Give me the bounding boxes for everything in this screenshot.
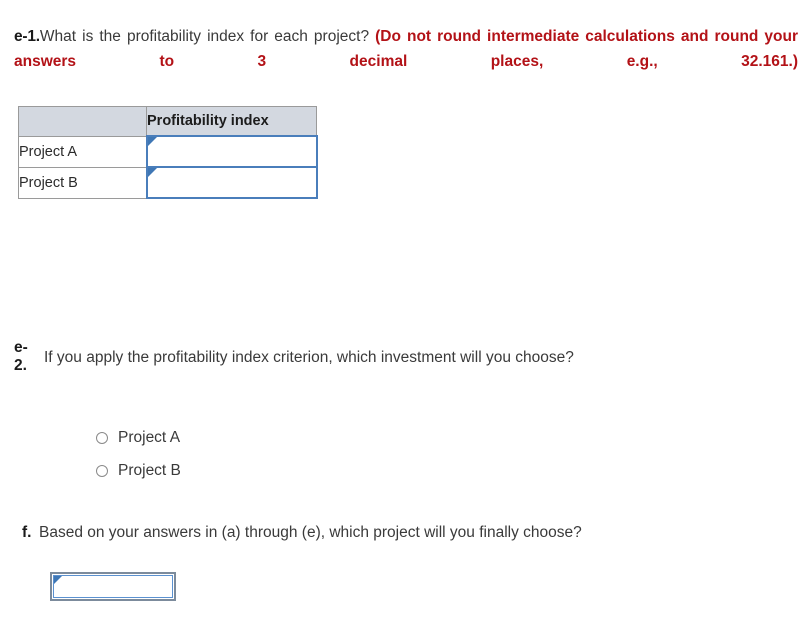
question-e2-options: Project A Project B [96, 421, 181, 487]
table-header-profitability-index: Profitability index [146, 106, 317, 137]
option-project-b[interactable]: Project B [96, 454, 181, 487]
option-project-a[interactable]: Project A [96, 421, 181, 454]
row-label-project-a: Project A [18, 135, 147, 168]
question-f: f. Based on your answers in (a) through … [22, 522, 582, 544]
table-header-row: Profitability index [18, 106, 317, 137]
question-f-answer-inner [53, 575, 173, 598]
question-e1-text: What is the profitability index for each… [39, 28, 370, 45]
table-header-blank [18, 106, 147, 137]
profitability-index-input-project-b[interactable] [147, 168, 316, 197]
input-cell-project-a[interactable] [145, 135, 318, 168]
profitability-index-table: Profitability index Project A Project B [18, 106, 318, 199]
radio-button-icon[interactable] [96, 431, 108, 444]
table-row: Project B [18, 166, 318, 199]
input-cell-project-b[interactable] [145, 166, 318, 199]
row-label-project-b: Project B [18, 166, 147, 199]
table-row: Project A [18, 135, 318, 168]
question-e1-label: e-1. [14, 28, 40, 45]
radio-button-icon[interactable] [96, 464, 108, 477]
question-e2-label: e- 2. [14, 338, 36, 375]
question-e1-line1: e-1.What is the profitability index for … [14, 24, 798, 74]
profitability-index-input-project-a[interactable] [147, 137, 316, 166]
question-e2-text: If you apply the profitability index cri… [44, 349, 574, 366]
question-f-answer-box[interactable] [50, 572, 176, 601]
question-f-label: f. [22, 524, 32, 541]
question-e2-label-line2: 2. [14, 357, 27, 374]
option-label-project-a: Project A [118, 428, 181, 446]
option-label-project-b: Project B [118, 461, 181, 479]
question-e2-label-line1: e- [14, 339, 28, 356]
question-f-answer-input[interactable] [54, 576, 172, 597]
question-f-text: Based on your answers in (a) through (e)… [39, 524, 582, 541]
question-e2: e- 2. If you apply the profitability ind… [14, 338, 794, 375]
question-e1: e-1.What is the profitability index for … [14, 24, 798, 74]
